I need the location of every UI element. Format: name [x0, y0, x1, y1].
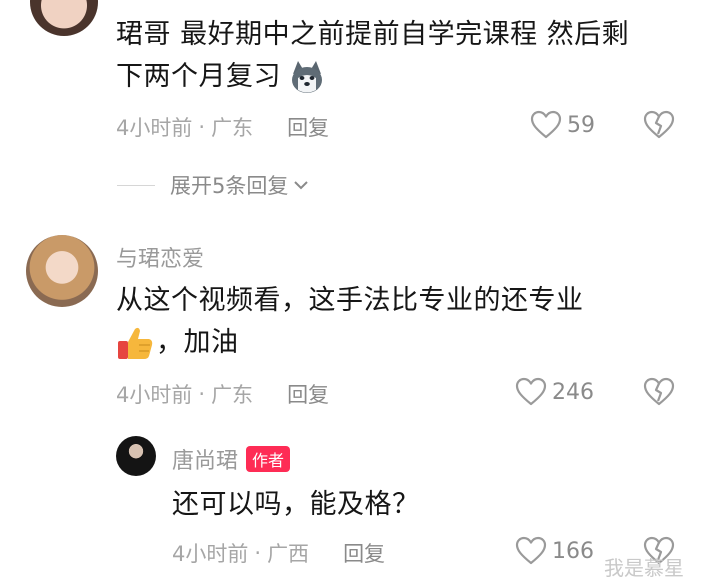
- broken-heart-icon: [643, 110, 675, 140]
- reply-meta: 4小时前 · 广西 回复: [172, 538, 385, 568]
- broken-heart-icon: [643, 377, 675, 407]
- avatar-comment-2[interactable]: [26, 235, 98, 307]
- comment-1-meta: 4小时前 · 广东 回复: [116, 112, 329, 142]
- comment-1-dot: ·: [198, 115, 206, 139]
- author-badge: 作者: [246, 446, 291, 472]
- heart-icon: [515, 377, 547, 407]
- comment-2-text: 从这个视频看，这手法比专业的还专业 ，加油: [116, 280, 696, 364]
- comment-1-reply-button[interactable]: 回复: [287, 112, 329, 142]
- chevron-down-icon: [292, 178, 310, 192]
- comment-2-line-1: 从这个视频看，这手法比专业的还专业: [116, 285, 584, 316]
- heart-icon: [530, 110, 562, 140]
- reply-username[interactable]: 唐尚珺: [172, 443, 238, 475]
- reply-time: 4小时前: [172, 542, 249, 566]
- expand-replies-button[interactable]: 展开5条回复: [117, 170, 310, 200]
- comment-1-time: 4小时前: [116, 116, 193, 140]
- reply-text: 还可以吗，能及格？: [172, 489, 420, 520]
- comment-2-like-button[interactable]: 246: [515, 377, 594, 407]
- thumbs-up-emoji-icon: [116, 325, 154, 361]
- reply-header: 唐尚珺 作者: [172, 443, 291, 475]
- comment-2-dislike-button[interactable]: [643, 377, 675, 407]
- comment-1-dislike-button[interactable]: [643, 110, 675, 140]
- husky-emoji-icon: [289, 60, 325, 94]
- avatar-author[interactable]: [116, 436, 156, 476]
- avatar-comment-1[interactable]: [30, 0, 98, 36]
- reply-dot: ·: [254, 541, 262, 565]
- comment-1-line-1: 珺哥 最好期中之前提前自学完课程 然后剩: [116, 19, 630, 50]
- comment-2-like-count: 246: [552, 379, 594, 405]
- comment-1-like-button[interactable]: 59: [530, 110, 595, 140]
- heart-icon: [515, 536, 547, 566]
- comment-1-like-count: 59: [567, 112, 595, 138]
- comment-2-dot: ·: [198, 382, 206, 406]
- comment-2-location: 广东: [211, 383, 254, 407]
- reply-location: 广西: [267, 542, 310, 566]
- comment-2-time: 4小时前: [116, 383, 193, 407]
- comment-1-line-2: 下两个月复习: [116, 61, 281, 92]
- comment-2-line-2: ，加油: [156, 327, 239, 358]
- comment-2-meta: 4小时前 · 广东 回复: [116, 379, 329, 409]
- expand-replies-label: 展开5条回复: [170, 174, 289, 198]
- reply-reply-button[interactable]: 回复: [343, 538, 385, 568]
- comment-2-reply-button[interactable]: 回复: [287, 379, 329, 409]
- watermark: 我是慕星: [604, 556, 684, 580]
- comment-2-username[interactable]: 与珺恋爱: [116, 241, 204, 273]
- reply-like-button[interactable]: 166: [515, 536, 594, 566]
- reply-like-count: 166: [552, 538, 594, 564]
- comment-1-text: 珺哥 最好期中之前提前自学完课程 然后剩 下两个月复习: [116, 14, 696, 98]
- comment-1-location: 广东: [211, 116, 254, 140]
- expand-divider: [117, 184, 155, 186]
